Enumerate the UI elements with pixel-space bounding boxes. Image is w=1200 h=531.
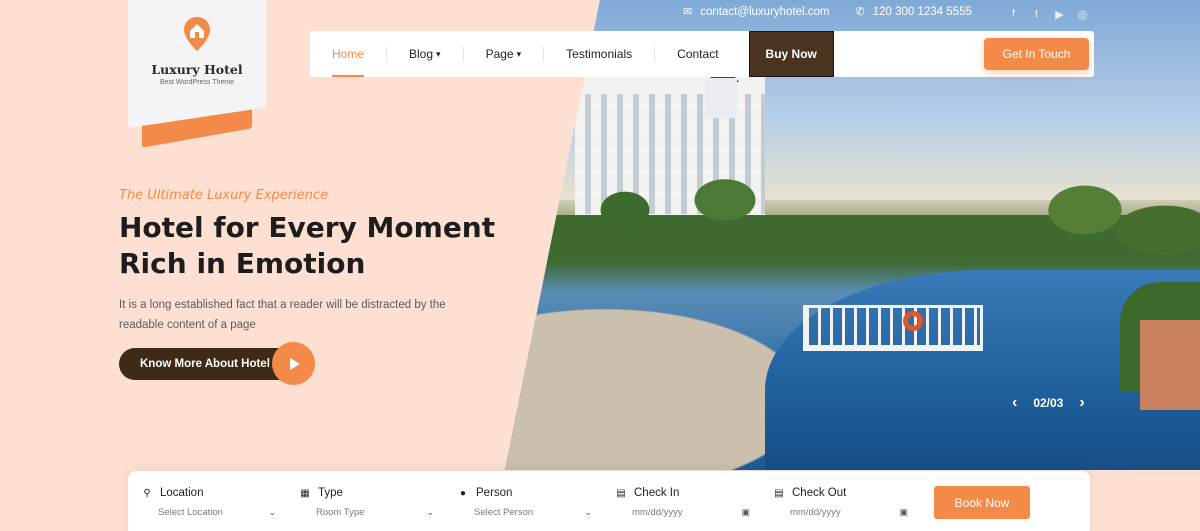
calendar-icon: ▤ [774, 487, 784, 499]
field-label: Person [476, 487, 513, 499]
chevron-down-icon: ⌄ [268, 507, 276, 517]
hero-description: It is a long established fact that a rea… [119, 299, 446, 331]
get-in-touch-button[interactable]: Get In Touch [984, 38, 1089, 70]
nav-label: Page [485, 47, 514, 61]
field-label: Check In [634, 487, 680, 499]
type-field[interactable]: ▦ Type Room Type ⌄ [300, 487, 440, 518]
person-field[interactable]: ● Person Select Person ⌄ [458, 487, 598, 518]
buy-now-button[interactable]: Buy Now [748, 31, 834, 77]
nav-label: Blog [409, 47, 434, 61]
nav-item-page[interactable]: Page ▾ [464, 31, 544, 77]
building-icon: ▦ [300, 487, 310, 499]
book-now-button[interactable]: Book Now [934, 486, 1030, 519]
location-pin-home-icon [182, 16, 212, 52]
field-label: Type [318, 487, 343, 499]
select-placeholder: Select Person [474, 507, 534, 518]
logo[interactable]: Luxury Hotel Best WordPress Theme [128, 0, 266, 128]
phone-icon: ✆ [855, 6, 865, 18]
play-video-button[interactable] [272, 342, 315, 385]
play-icon [290, 357, 300, 370]
hero-eyebrow: The Ultimate Luxury Experience [119, 188, 329, 203]
calendar-icon: ▤ [616, 487, 626, 499]
headline-line-1: Hotel for Every Moment [119, 211, 496, 244]
hero-headline: Hotel for Every Moment Rich in Emotion [119, 210, 519, 282]
select-placeholder: Room Type [316, 507, 365, 518]
check-out-field[interactable]: ▤ Check Out mm/dd/yyyy ▣ [774, 487, 914, 518]
chevron-down-icon: ▾ [516, 48, 522, 59]
check-in-date-input[interactable]: mm/dd/yyyy ▣ [632, 507, 750, 518]
logo-name: Luxury Hotel [151, 62, 243, 77]
prev-slide-icon[interactable]: ‹ [1012, 394, 1017, 412]
chevron-down-icon: ▾ [436, 48, 441, 59]
nav-item-contact[interactable]: Contact [655, 31, 740, 77]
chevron-down-icon: ⌄ [584, 507, 592, 517]
check-out-date-input[interactable]: mm/dd/yyyy ▣ [790, 507, 908, 518]
nav-item-blog[interactable]: Blog ▾ [387, 31, 463, 77]
email-contact[interactable]: ✉ contact@luxuryhotel.com [683, 5, 830, 19]
calendar-icon: ▣ [899, 507, 908, 517]
headline-line-2: Rich in Emotion [119, 247, 366, 280]
chevron-down-icon: ⌄ [426, 507, 434, 517]
facebook-icon[interactable]: f [1008, 8, 1019, 21]
phone-text: 120 300 1234 5555 [872, 5, 972, 18]
slide-counter: 02/03 [1033, 396, 1064, 410]
person-select[interactable]: Select Person ⌄ [474, 507, 592, 518]
location-select[interactable]: Select Location ⌄ [158, 507, 276, 518]
next-slide-icon[interactable]: › [1079, 394, 1084, 412]
social-links: f t ▶ ◎ [1008, 8, 1088, 21]
envelope-icon: ✉ [683, 6, 693, 18]
room-type-select[interactable]: Room Type ⌄ [316, 507, 434, 518]
calendar-icon: ▣ [741, 507, 750, 517]
youtube-icon[interactable]: ▶ [1054, 8, 1065, 21]
select-placeholder: Select Location [158, 507, 223, 518]
nav-label: Contact [677, 47, 719, 61]
location-field[interactable]: ⚲ Location Select Location ⌄ [142, 487, 282, 518]
twitter-icon[interactable]: t [1031, 8, 1042, 21]
field-label: Check Out [792, 487, 847, 499]
date-placeholder: mm/dd/yyyy [632, 507, 683, 518]
nav-label: Testimonials [566, 47, 633, 61]
main-navigation: Home Blog ▾ Page ▾ Testimonials Contact Bu… [310, 31, 1094, 77]
top-contact-bar: ✉ contact@luxuryhotel.com ✆ 120 300 1234… [683, 5, 998, 19]
phone-contact[interactable]: ✆ 120 300 1234 5555 [855, 5, 972, 19]
slider-navigation: ‹ 02/03 › [1012, 394, 1085, 412]
nav-label: Home [332, 47, 365, 61]
check-in-field[interactable]: ▤ Check In mm/dd/yyyy ▣ [616, 487, 756, 518]
email-text: contact@luxuryhotel.com [700, 5, 830, 18]
nav-item-testimonials[interactable]: Testimonials [544, 31, 654, 77]
user-icon: ● [459, 487, 467, 499]
field-label: Location [160, 487, 204, 499]
booking-form: ⚲ Location Select Location ⌄ ▦ Type Room Ty… [128, 471, 1090, 531]
map-marker-icon: ⚲ [143, 487, 151, 499]
instagram-icon[interactable]: ◎ [1077, 8, 1088, 21]
date-placeholder: mm/dd/yyyy [790, 507, 841, 518]
nav-item-home[interactable]: Home [310, 31, 386, 77]
logo-tagline: Best WordPress Theme [159, 79, 235, 86]
